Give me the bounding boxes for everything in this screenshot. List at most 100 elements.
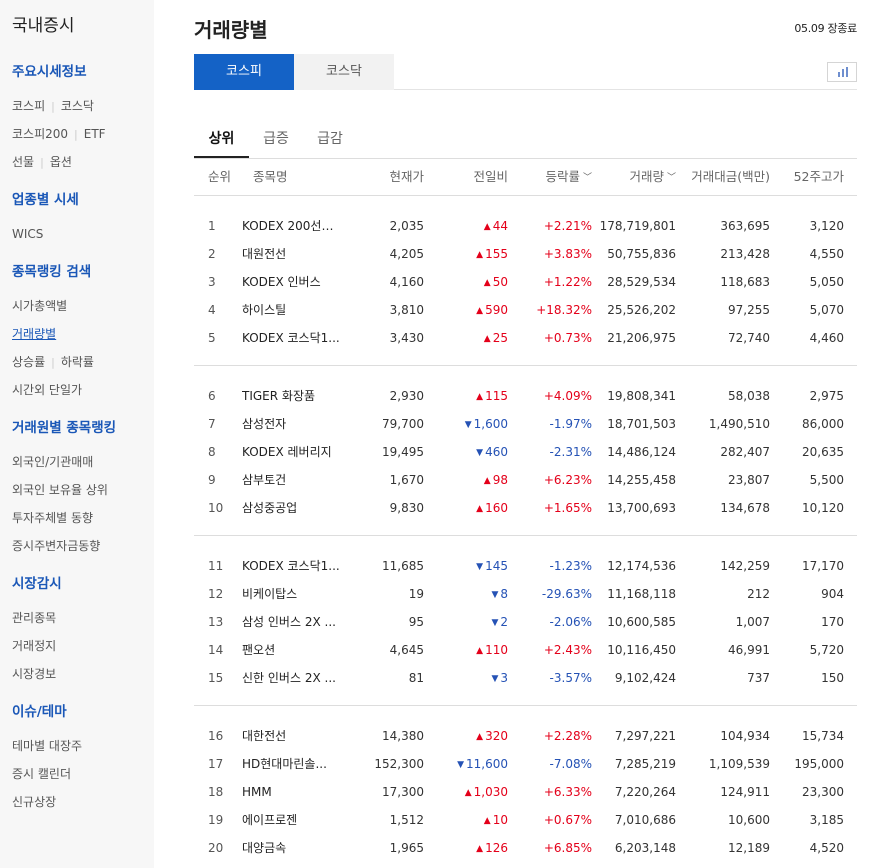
cell-change: ▼ 11,600: [457, 750, 508, 778]
cell-change: ▼ 1,600: [465, 410, 508, 438]
sidebar-link-separator: |: [51, 356, 55, 369]
cell-amount: 213,428: [720, 247, 770, 261]
sidebar-section-heading[interactable]: 주요시세정보: [12, 62, 154, 82]
cell-stock-name-link[interactable]: KODEX 200선물...: [242, 212, 342, 240]
cell-change: ▲ 320: [476, 722, 508, 750]
sidebar-link[interactable]: 상승률: [12, 355, 45, 369]
sidebar-link[interactable]: 코스피: [12, 99, 45, 113]
cell-stock-name-link[interactable]: 삼성 인버스 2X ...: [242, 608, 342, 636]
cell-rate: +1.22%: [543, 275, 592, 289]
sidebar-link-row: 시가총액별: [12, 296, 154, 324]
header-name: 종목명: [253, 169, 288, 184]
sidebar-link[interactable]: 투자주체별 동향: [12, 511, 93, 525]
sidebar-link-row: 증시주변자금동향: [12, 536, 154, 564]
cell-rate: +2.21%: [543, 219, 592, 233]
up-triangle-icon: ▲: [476, 392, 484, 402]
header-rate-sort[interactable]: 등락률 ﹀: [545, 159, 592, 195]
up-triangle-icon: ▲: [476, 504, 484, 514]
cell-stock-name-link[interactable]: 에이프로젠: [242, 806, 342, 834]
cell-stock-name-link[interactable]: 삼부토건: [242, 466, 342, 494]
table-header: 순위 종목명 현재가 전일비 등락률 ﹀ 거래량 ﹀ 거래대금(백만) 52주고가: [194, 158, 857, 196]
cell-stock-name-link[interactable]: KODEX 코스닥1...: [242, 324, 342, 352]
cell-change-value: 11,600: [466, 757, 508, 771]
sidebar-link[interactable]: 코스피200: [12, 127, 68, 141]
header-volume-sort[interactable]: 거래량 ﹀: [629, 159, 676, 195]
cell-rate: +1.65%: [543, 501, 592, 515]
sidebar-section-heading[interactable]: 시장감시: [12, 574, 154, 594]
table-row: 4 하이스틸 3,810 ▲ 590 +18.32% 25,526,202 97,255 5,0…: [194, 296, 857, 324]
sidebar-link[interactable]: 테마별 대장주: [12, 739, 82, 753]
cell-rank: 5: [208, 331, 216, 345]
cell-rate: -2.31%: [549, 445, 592, 459]
sidebar-link[interactable]: 시간외 단일가: [12, 383, 82, 397]
cell-rate: +6.23%: [543, 473, 592, 487]
cell-stock-name-link[interactable]: 삼성중공업: [242, 494, 342, 522]
cell-stock-name-link[interactable]: 비케이탑스: [242, 580, 342, 608]
tab-drop[interactable]: 급감: [310, 122, 350, 158]
sidebar-link[interactable]: 시가총액별: [12, 299, 67, 313]
cell-stock-name-link[interactable]: HD현대마린솔...: [242, 750, 342, 778]
up-triangle-icon: ▲: [476, 250, 484, 260]
cell-volume: 12,174,536: [607, 559, 676, 573]
tab-top[interactable]: 상위: [194, 122, 249, 158]
cell-rank: 14: [208, 643, 224, 657]
cell-high52: 20,635: [802, 445, 844, 459]
cell-stock-name-link[interactable]: 대원전선: [242, 240, 342, 268]
up-triangle-icon: ▲: [476, 732, 484, 742]
sidebar-section-heading[interactable]: 이슈/테마: [12, 702, 154, 722]
sidebar-link[interactable]: 거래량별: [12, 327, 56, 341]
sidebar-section-heading[interactable]: 거래원별 종목랭킹: [12, 418, 154, 438]
market-status: 05.09 장종료: [794, 22, 857, 35]
cell-stock-name-link[interactable]: 대양금속: [242, 834, 342, 862]
cell-amount: 46,991: [728, 643, 770, 657]
sidebar-link-row: 코스피 | 코스닥: [12, 96, 154, 124]
cell-price: 14,380: [382, 729, 424, 743]
sidebar-link-separator: |: [40, 156, 44, 169]
header-rank: 순위: [208, 169, 232, 184]
tab-kosdaq[interactable]: 코스닥: [294, 54, 394, 90]
sidebar-link[interactable]: 증시주변자금동향: [12, 539, 100, 553]
cell-high52: 4,520: [809, 841, 844, 855]
cell-stock-name-link[interactable]: 신한 인버스 2X ...: [242, 664, 342, 692]
sidebar-link[interactable]: 관리종목: [12, 611, 56, 625]
down-triangle-icon: ▼: [476, 562, 484, 572]
sidebar-link[interactable]: 신규상장: [12, 795, 56, 809]
cell-high52: 5,500: [809, 473, 844, 487]
tab-kospi[interactable]: 코스피: [194, 54, 294, 90]
cell-stock-name-link[interactable]: 삼성전자: [242, 410, 342, 438]
cell-rank: 13: [208, 615, 224, 629]
sidebar-link[interactable]: 거래정지: [12, 639, 56, 653]
cell-change: ▼ 2: [491, 608, 508, 636]
chart-toggle-button[interactable]: [827, 62, 857, 82]
cell-change-value: 2: [500, 615, 508, 629]
sidebar-link[interactable]: 외국인/기관매매: [12, 455, 93, 469]
cell-price: 4,205: [389, 247, 424, 261]
cell-stock-name-link[interactable]: TIGER 화장품: [242, 382, 342, 410]
header-price: 현재가: [389, 169, 424, 184]
sidebar-link[interactable]: 외국인 보유율 상위: [12, 483, 108, 497]
sidebar-link[interactable]: 코스닥: [61, 99, 94, 113]
cell-stock-name-link[interactable]: 대한전선: [242, 722, 342, 750]
sidebar-link[interactable]: 선물: [12, 155, 34, 169]
sidebar-link[interactable]: 증시 캘린더: [12, 767, 71, 781]
cell-rank: 6: [208, 389, 216, 403]
cell-change-value: 115: [485, 389, 508, 403]
cell-change-value: 50: [492, 275, 508, 289]
tab-surge[interactable]: 급증: [256, 122, 296, 158]
cell-stock-name-link[interactable]: 하이스틸: [242, 296, 342, 324]
sidebar-link[interactable]: 하락률: [61, 355, 94, 369]
cell-stock-name-link[interactable]: 팬오션: [242, 636, 342, 664]
cell-change-value: 460: [485, 445, 508, 459]
cell-stock-name-link[interactable]: KODEX 인버스: [242, 268, 342, 296]
sidebar-section-heading[interactable]: 업종별 시세: [12, 190, 154, 210]
sidebar-link[interactable]: 시장경보: [12, 667, 56, 681]
sidebar-link-row: 거래정지: [12, 636, 154, 664]
sidebar-link[interactable]: 옵션: [50, 155, 72, 169]
cell-stock-name-link[interactable]: KODEX 레버리지: [242, 438, 342, 466]
cell-stock-name-link[interactable]: HMM: [242, 778, 342, 806]
cell-stock-name-link[interactable]: KODEX 코스닥1...: [242, 552, 342, 580]
sidebar-link[interactable]: WICS: [12, 227, 43, 241]
sidebar-link[interactable]: ETF: [84, 127, 106, 141]
sidebar-section-heading[interactable]: 종목랭킹 검색: [12, 262, 154, 282]
sidebar-title: 국내증시: [12, 16, 75, 36]
